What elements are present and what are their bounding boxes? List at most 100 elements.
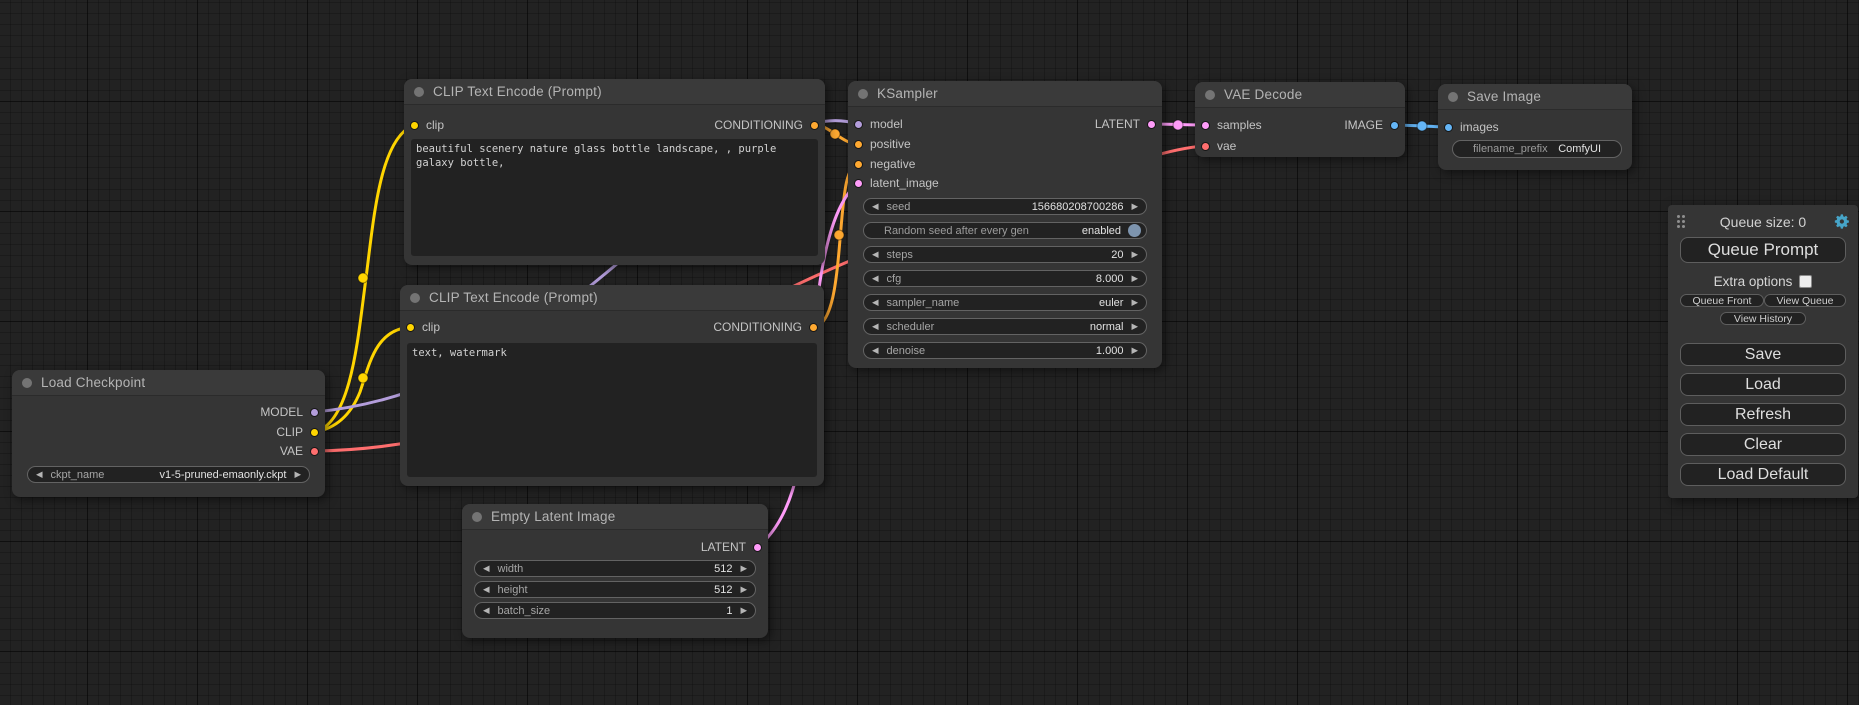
widget-cfg[interactable]: ◀ cfg 8.000 ▶ xyxy=(863,270,1147,287)
load-button[interactable]: Load xyxy=(1680,373,1846,396)
decrement-arrow-icon[interactable]: ◀ xyxy=(864,322,887,331)
collapse-dot-icon[interactable] xyxy=(1205,90,1215,100)
collapse-dot-icon[interactable] xyxy=(410,293,420,303)
port-dot[interactable] xyxy=(810,121,819,130)
port-dot[interactable] xyxy=(1201,142,1210,151)
widget-filename-prefix[interactable]: filename_prefix ComfyUI xyxy=(1452,140,1622,158)
view-history-button[interactable]: View History xyxy=(1720,312,1806,325)
decrement-arrow-icon[interactable]: ◀ xyxy=(475,585,498,594)
node-title-bar[interactable]: KSampler xyxy=(848,81,1162,107)
widget-seed[interactable]: ◀ seed 156680208700286 ▶ xyxy=(863,198,1147,215)
input-port-latent-image[interactable]: latent_image xyxy=(854,176,939,190)
output-port-clip[interactable]: CLIP xyxy=(276,425,319,439)
increment-arrow-icon[interactable]: ▶ xyxy=(1123,202,1146,211)
widget-batch-size[interactable]: ◀ batch_size 1 ▶ xyxy=(474,602,756,619)
output-port-vae[interactable]: VAE xyxy=(280,444,319,458)
collapse-dot-icon[interactable] xyxy=(858,89,868,99)
graph-canvas[interactable]: { "icons": { "left_arrow": "◀", "right_a… xyxy=(0,0,1859,705)
input-port-images[interactable]: images xyxy=(1444,120,1499,134)
increment-arrow-icon[interactable]: ▶ xyxy=(1123,298,1146,307)
increment-arrow-icon[interactable]: ▶ xyxy=(286,470,309,479)
load-default-button[interactable]: Load Default xyxy=(1680,463,1846,486)
extra-options-checkbox[interactable] xyxy=(1799,275,1812,288)
refresh-button[interactable]: Refresh xyxy=(1680,403,1846,426)
widget-steps[interactable]: ◀ steps 20 ▶ xyxy=(863,246,1147,263)
decrement-arrow-icon[interactable]: ◀ xyxy=(475,606,498,615)
collapse-dot-icon[interactable] xyxy=(414,87,424,97)
collapse-dot-icon[interactable] xyxy=(1448,92,1458,102)
increment-arrow-icon[interactable]: ▶ xyxy=(1123,274,1146,283)
view-queue-button[interactable]: View Queue xyxy=(1764,294,1846,307)
settings-gear-icon[interactable] xyxy=(1834,213,1851,230)
port-dot[interactable] xyxy=(753,543,762,552)
node-title-bar[interactable]: CLIP Text Encode (Prompt) xyxy=(404,79,825,105)
toggle-knob-icon[interactable] xyxy=(1128,224,1141,237)
decrement-arrow-icon[interactable]: ◀ xyxy=(864,274,887,283)
input-port-clip[interactable]: clip xyxy=(410,118,444,132)
widget-scheduler[interactable]: ◀ scheduler normal ▶ xyxy=(863,318,1147,335)
positive-prompt-textarea[interactable]: beautiful scenery nature glass bottle la… xyxy=(411,139,818,256)
increment-arrow-icon[interactable]: ▶ xyxy=(1123,322,1146,331)
node-title-bar[interactable]: Load Checkpoint xyxy=(12,370,325,396)
decrement-arrow-icon[interactable]: ◀ xyxy=(28,470,51,479)
increment-arrow-icon[interactable]: ▶ xyxy=(732,564,755,573)
output-port-model[interactable]: MODEL xyxy=(260,405,319,419)
node-ksampler[interactable]: KSampler model positive negative latent_… xyxy=(848,81,1162,368)
port-dot[interactable] xyxy=(1201,121,1210,130)
increment-arrow-icon[interactable]: ▶ xyxy=(732,606,755,615)
port-dot[interactable] xyxy=(410,121,419,130)
node-clip-text-encode-negative[interactable]: CLIP Text Encode (Prompt) clip CONDITION… xyxy=(400,285,824,486)
collapse-dot-icon[interactable] xyxy=(22,378,32,388)
port-dot[interactable] xyxy=(1147,120,1156,129)
queue-front-button[interactable]: Queue Front xyxy=(1680,294,1764,307)
decrement-arrow-icon[interactable]: ◀ xyxy=(864,346,887,355)
node-save-image[interactable]: Save Image images filename_prefix ComfyU… xyxy=(1438,84,1632,170)
input-port-samples[interactable]: samples xyxy=(1201,118,1262,132)
node-title-bar[interactable]: VAE Decode xyxy=(1195,82,1405,108)
widget-random-seed-toggle[interactable]: Random seed after every gen enabled xyxy=(863,222,1147,239)
decrement-arrow-icon[interactable]: ◀ xyxy=(475,564,498,573)
collapse-dot-icon[interactable] xyxy=(472,512,482,522)
port-dot[interactable] xyxy=(310,447,319,456)
decrement-arrow-icon[interactable]: ◀ xyxy=(864,202,887,211)
queue-prompt-button[interactable]: Queue Prompt xyxy=(1680,237,1846,263)
decrement-arrow-icon[interactable]: ◀ xyxy=(864,298,887,307)
output-port-conditioning[interactable]: CONDITIONING xyxy=(714,118,819,132)
queue-panel[interactable]: Queue size: 0 Queue Prompt Extra options… xyxy=(1668,205,1858,498)
port-dot[interactable] xyxy=(310,408,319,417)
widget-width[interactable]: ◀ width 512 ▶ xyxy=(474,560,756,577)
input-port-positive[interactable]: positive xyxy=(854,137,911,151)
output-port-conditioning[interactable]: CONDITIONING xyxy=(713,320,818,334)
node-title-bar[interactable]: Empty Latent Image xyxy=(462,504,768,530)
port-dot[interactable] xyxy=(809,323,818,332)
widget-ckpt-name[interactable]: ◀ ckpt_name v1-5-pruned-emaonly.ckpt ▶ xyxy=(27,466,310,483)
port-dot[interactable] xyxy=(854,160,863,169)
input-port-negative[interactable]: negative xyxy=(854,157,915,171)
save-button[interactable]: Save xyxy=(1680,343,1846,366)
port-dot[interactable] xyxy=(854,120,863,129)
increment-arrow-icon[interactable]: ▶ xyxy=(1123,346,1146,355)
port-dot[interactable] xyxy=(1444,123,1453,132)
input-port-vae[interactable]: vae xyxy=(1201,139,1236,153)
port-dot[interactable] xyxy=(310,428,319,437)
node-title-bar[interactable]: Save Image xyxy=(1438,84,1632,110)
node-vae-decode[interactable]: VAE Decode samples vae IMAGE xyxy=(1195,82,1405,157)
port-dot[interactable] xyxy=(406,323,415,332)
increment-arrow-icon[interactable]: ▶ xyxy=(732,585,755,594)
decrement-arrow-icon[interactable]: ◀ xyxy=(864,250,887,259)
port-dot[interactable] xyxy=(1390,121,1399,130)
node-title-bar[interactable]: CLIP Text Encode (Prompt) xyxy=(400,285,824,311)
increment-arrow-icon[interactable]: ▶ xyxy=(1123,250,1146,259)
node-empty-latent-image[interactable]: Empty Latent Image LATENT ◀ width 512 ▶ … xyxy=(462,504,768,638)
input-port-clip[interactable]: clip xyxy=(406,320,440,334)
clear-button[interactable]: Clear xyxy=(1680,433,1846,456)
widget-sampler-name[interactable]: ◀ sampler_name euler ▶ xyxy=(863,294,1147,311)
output-port-latent[interactable]: LATENT xyxy=(701,540,762,554)
input-port-model[interactable]: model xyxy=(854,117,903,131)
output-port-image[interactable]: IMAGE xyxy=(1344,118,1399,132)
widget-height[interactable]: ◀ height 512 ▶ xyxy=(474,581,756,598)
negative-prompt-textarea[interactable]: text, watermark xyxy=(407,343,817,477)
node-clip-text-encode-positive[interactable]: CLIP Text Encode (Prompt) clip CONDITION… xyxy=(404,79,825,265)
port-dot[interactable] xyxy=(854,179,863,188)
widget-denoise[interactable]: ◀ denoise 1.000 ▶ xyxy=(863,342,1147,359)
